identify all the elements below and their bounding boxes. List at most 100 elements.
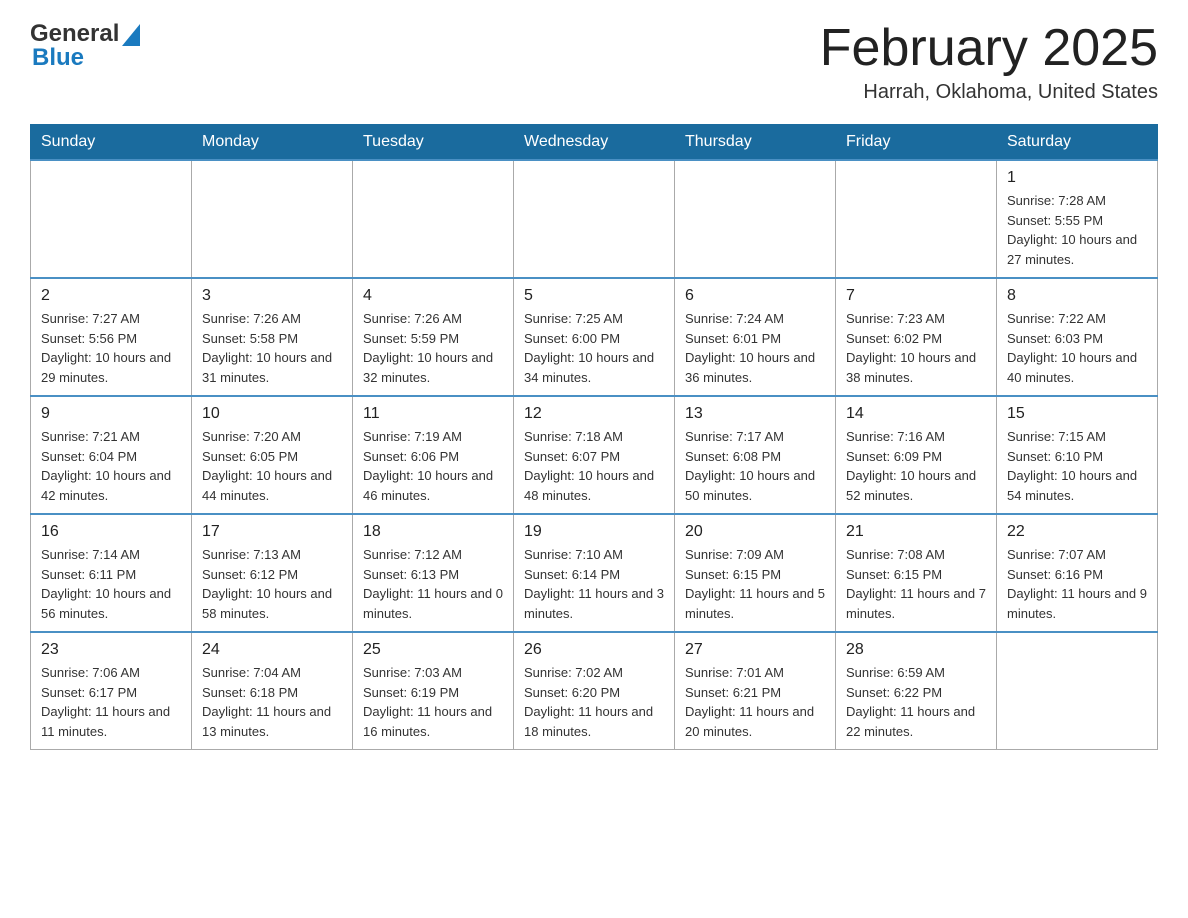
- day-number: 2: [41, 287, 181, 305]
- day-number: 27: [685, 641, 825, 659]
- table-row: 12Sunrise: 7:18 AMSunset: 6:07 PMDayligh…: [514, 396, 675, 514]
- header-wednesday: Wednesday: [514, 125, 675, 161]
- table-row: 25 Sunrise: 7:03 AMSunset: 6:19 PMDayligh…: [353, 632, 514, 750]
- table-row: 9 Sunrise: 7:21 AMSunset: 6:04 PMDaylight…: [31, 396, 192, 514]
- day-info: Sunrise: 7:24 AMSunset: 6:01 PMDaylight:…: [685, 309, 825, 387]
- logo: General Blue: [30, 20, 140, 72]
- table-row: 1 Sunrise: 7:28 AMSunset: 5:55 PMDaylight…: [997, 160, 1158, 278]
- day-info: Sunrise: 7:17 AMSunset: 6:08 PMDaylight:…: [685, 427, 825, 505]
- logo-blue-text: Blue: [32, 44, 84, 72]
- day-info: Sunrise: 7:03 AMSunset: 6:19 PMDaylight:…: [363, 663, 503, 741]
- day-number: 17: [202, 523, 342, 541]
- day-info: Sunrise: 7:27 AMSunset: 5:56 PMDaylight:…: [41, 309, 181, 387]
- day-info: Sunrise: 7:20 AMSunset: 6:05 PMDaylight:…: [202, 427, 342, 505]
- table-row: 10 Sunrise: 7:20 AMSunset: 6:05 PMDayligh…: [192, 396, 353, 514]
- day-info: Sunrise: 7:02 AMSunset: 6:20 PMDaylight:…: [524, 663, 664, 741]
- header-friday: Friday: [836, 125, 997, 161]
- day-number: 13: [685, 405, 825, 423]
- day-info: Sunrise: 7:10 AMSunset: 6:14 PMDaylight:…: [524, 545, 664, 623]
- table-row: 24 Sunrise: 7:04 AMSunset: 6:18 PMDayligh…: [192, 632, 353, 750]
- day-number: 23: [41, 641, 181, 659]
- day-info: Sunrise: 7:12 AMSunset: 6:13 PMDaylight:…: [363, 545, 503, 623]
- table-row: 17 Sunrise: 7:13 AMSunset: 6:12 PMDayligh…: [192, 514, 353, 632]
- day-info: Sunrise: 7:19 AMSunset: 6:06 PMDaylight:…: [363, 427, 503, 505]
- month-title: February 2025: [820, 20, 1158, 77]
- header-thursday: Thursday: [675, 125, 836, 161]
- day-number: 14: [846, 405, 986, 423]
- day-number: 11: [363, 405, 503, 423]
- day-number: 22: [1007, 523, 1147, 541]
- day-info: Sunrise: 7:08 AMSunset: 6:15 PMDaylight:…: [846, 545, 986, 623]
- header-monday: Monday: [192, 125, 353, 161]
- table-row: 21 Sunrise: 7:08 AMSunset: 6:15 PMDayligh…: [836, 514, 997, 632]
- day-number: 5: [524, 287, 664, 305]
- day-info: Sunrise: 7:28 AMSunset: 5:55 PMDaylight:…: [1007, 191, 1147, 269]
- day-number: 25: [363, 641, 503, 659]
- table-row: 5 Sunrise: 7:25 AMSunset: 6:00 PMDaylight…: [514, 278, 675, 396]
- day-info: Sunrise: 7:01 AMSunset: 6:21 PMDaylight:…: [685, 663, 825, 741]
- day-number: 20: [685, 523, 825, 541]
- table-row: 13 Sunrise: 7:17 AMSunset: 6:08 PMDayligh…: [675, 396, 836, 514]
- day-info: Sunrise: 7:18 AMSunset: 6:07 PMDaylight:…: [524, 427, 664, 505]
- day-info: Sunrise: 7:26 AMSunset: 5:59 PMDaylight:…: [363, 309, 503, 387]
- table-row: [353, 160, 514, 278]
- table-row: 15Sunrise: 7:15 AMSunset: 6:10 PMDayligh…: [997, 396, 1158, 514]
- day-info: Sunrise: 7:09 AMSunset: 6:15 PMDaylight:…: [685, 545, 825, 623]
- day-info: Sunrise: 7:14 AMSunset: 6:11 PMDaylight:…: [41, 545, 181, 623]
- day-number: 7: [846, 287, 986, 305]
- table-row: [675, 160, 836, 278]
- day-number: 21: [846, 523, 986, 541]
- day-number: 3: [202, 287, 342, 305]
- table-row: 11 Sunrise: 7:19 AMSunset: 6:06 PMDayligh…: [353, 396, 514, 514]
- day-info: Sunrise: 7:06 AMSunset: 6:17 PMDaylight:…: [41, 663, 181, 741]
- day-info: Sunrise: 7:21 AMSunset: 6:04 PMDaylight:…: [41, 427, 181, 505]
- day-number: 19: [524, 523, 664, 541]
- table-row: 18Sunrise: 7:12 AMSunset: 6:13 PMDayligh…: [353, 514, 514, 632]
- day-number: 4: [363, 287, 503, 305]
- day-info: Sunrise: 7:26 AMSunset: 5:58 PMDaylight:…: [202, 309, 342, 387]
- day-info: Sunrise: 7:23 AMSunset: 6:02 PMDaylight:…: [846, 309, 986, 387]
- day-number: 28: [846, 641, 986, 659]
- calendar-week-row: 2 Sunrise: 7:27 AMSunset: 5:56 PMDaylight…: [31, 278, 1158, 396]
- day-info: Sunrise: 7:16 AMSunset: 6:09 PMDaylight:…: [846, 427, 986, 505]
- day-info: Sunrise: 7:15 AMSunset: 6:10 PMDaylight:…: [1007, 427, 1147, 505]
- table-row: 3 Sunrise: 7:26 AMSunset: 5:58 PMDaylight…: [192, 278, 353, 396]
- day-number: 10: [202, 405, 342, 423]
- header-sunday: Sunday: [31, 125, 192, 161]
- calendar-week-row: 9 Sunrise: 7:21 AMSunset: 6:04 PMDaylight…: [31, 396, 1158, 514]
- table-row: 20 Sunrise: 7:09 AMSunset: 6:15 PMDayligh…: [675, 514, 836, 632]
- day-info: Sunrise: 7:25 AMSunset: 6:00 PMDaylight:…: [524, 309, 664, 387]
- table-row: [836, 160, 997, 278]
- calendar-week-row: 23 Sunrise: 7:06 AMSunset: 6:17 PMDayligh…: [31, 632, 1158, 750]
- day-info: Sunrise: 7:04 AMSunset: 6:18 PMDaylight:…: [202, 663, 342, 741]
- calendar-table: Sunday Monday Tuesday Wednesday Thursday…: [30, 124, 1158, 750]
- page-header: General Blue February 2025 Harrah, Oklah…: [30, 20, 1158, 104]
- day-info: Sunrise: 7:13 AMSunset: 6:12 PMDaylight:…: [202, 545, 342, 623]
- table-row: 6 Sunrise: 7:24 AMSunset: 6:01 PMDaylight…: [675, 278, 836, 396]
- day-number: 26: [524, 641, 664, 659]
- day-number: 9: [41, 405, 181, 423]
- header-tuesday: Tuesday: [353, 125, 514, 161]
- logo-triangle-icon: [122, 24, 140, 46]
- table-row: 8 Sunrise: 7:22 AMSunset: 6:03 PMDaylight…: [997, 278, 1158, 396]
- day-number: 8: [1007, 287, 1147, 305]
- table-row: [31, 160, 192, 278]
- day-info: Sunrise: 7:22 AMSunset: 6:03 PMDaylight:…: [1007, 309, 1147, 387]
- day-number: 1: [1007, 169, 1147, 187]
- header-saturday: Saturday: [997, 125, 1158, 161]
- table-row: 26 Sunrise: 7:02 AMSunset: 6:20 PMDayligh…: [514, 632, 675, 750]
- table-row: 4 Sunrise: 7:26 AMSunset: 5:59 PMDaylight…: [353, 278, 514, 396]
- table-row: [997, 632, 1158, 750]
- table-row: 7 Sunrise: 7:23 AMSunset: 6:02 PMDaylight…: [836, 278, 997, 396]
- table-row: [514, 160, 675, 278]
- day-number: 16: [41, 523, 181, 541]
- table-row: 16 Sunrise: 7:14 AMSunset: 6:11 PMDayligh…: [31, 514, 192, 632]
- table-row: 28Sunrise: 6:59 AMSunset: 6:22 PMDayligh…: [836, 632, 997, 750]
- table-row: 23 Sunrise: 7:06 AMSunset: 6:17 PMDayligh…: [31, 632, 192, 750]
- calendar-week-row: 1 Sunrise: 7:28 AMSunset: 5:55 PMDaylight…: [31, 160, 1158, 278]
- day-number: 6: [685, 287, 825, 305]
- day-info: Sunrise: 7:07 AMSunset: 6:16 PMDaylight:…: [1007, 545, 1147, 623]
- day-number: 24: [202, 641, 342, 659]
- location-text: Harrah, Oklahoma, United States: [820, 81, 1158, 104]
- title-section: February 2025 Harrah, Oklahoma, United S…: [820, 20, 1158, 104]
